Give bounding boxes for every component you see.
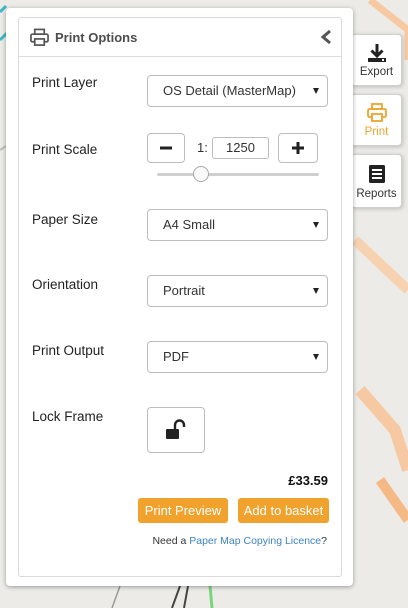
tab-reports-label: Reports [356, 188, 397, 200]
print-layer-label: Print Layer [32, 75, 98, 90]
orientation-value: Portrait [163, 283, 205, 298]
tab-print-label: Print [364, 126, 389, 138]
scale-increase-button[interactable] [278, 133, 318, 163]
licence-prefix: Need a [152, 535, 190, 547]
chevron-down-icon [313, 88, 319, 94]
panel-title: Print Options [55, 29, 138, 45]
orientation-label: Orientation [32, 277, 99, 292]
panel-header: Print Options [19, 18, 341, 57]
print-options-card: Print Options Print Layer OS Detail (Mas… [18, 17, 342, 577]
print-output-value: PDF [163, 349, 189, 364]
scale-prefix: 1: [197, 140, 208, 155]
tab-export[interactable]: Export [352, 34, 402, 86]
scale-slider-track[interactable] [157, 173, 319, 176]
print-layer-value: OS Detail (MasterMap) [163, 83, 296, 98]
scale-slider-thumb[interactable] [192, 166, 209, 182]
plus-icon [292, 142, 304, 154]
print-output-select[interactable]: PDF [147, 341, 328, 373]
download-icon [367, 44, 386, 62]
chevron-down-icon [313, 354, 319, 360]
chevron-down-icon [313, 288, 319, 294]
scale-decrease-button[interactable] [147, 133, 185, 163]
minus-icon [160, 146, 172, 150]
chevron-down-icon [313, 222, 319, 228]
scale-input[interactable]: 1250 [212, 137, 269, 159]
lock-frame-button[interactable] [147, 407, 205, 453]
collapse-chevron-icon[interactable] [319, 29, 333, 45]
unlock-icon [166, 419, 186, 439]
printer-icon [30, 28, 49, 46]
paper-size-select[interactable]: A4 Small [147, 209, 328, 241]
lock-frame-label: Lock Frame [32, 409, 104, 424]
tab-reports[interactable]: Reports [352, 154, 402, 208]
licence-suffix: ? [321, 535, 327, 547]
licence-note: Need a Paper Map Copying Licence? [19, 535, 341, 547]
licence-link[interactable]: Paper Map Copying Licence [189, 535, 321, 547]
print-layer-select[interactable]: OS Detail (MasterMap) [147, 75, 328, 107]
paper-size-label: Paper Size [32, 212, 99, 227]
print-output-label: Print Output [32, 343, 105, 358]
paper-size-value: A4 Small [163, 217, 216, 232]
document-list-icon [368, 165, 385, 183]
print-options-panel: Print Options Print Layer OS Detail (Mas… [6, 8, 353, 586]
print-price: £33.59 [288, 473, 328, 488]
add-to-basket-button[interactable]: Add to basket [238, 498, 329, 523]
orientation-select[interactable]: Portrait [147, 275, 328, 307]
tab-export-label: Export [359, 66, 394, 78]
tab-print[interactable]: Print [352, 94, 402, 146]
printer-icon [366, 103, 387, 122]
print-preview-button[interactable]: Print Preview [138, 498, 228, 523]
print-scale-label: Print Scale [32, 142, 98, 157]
